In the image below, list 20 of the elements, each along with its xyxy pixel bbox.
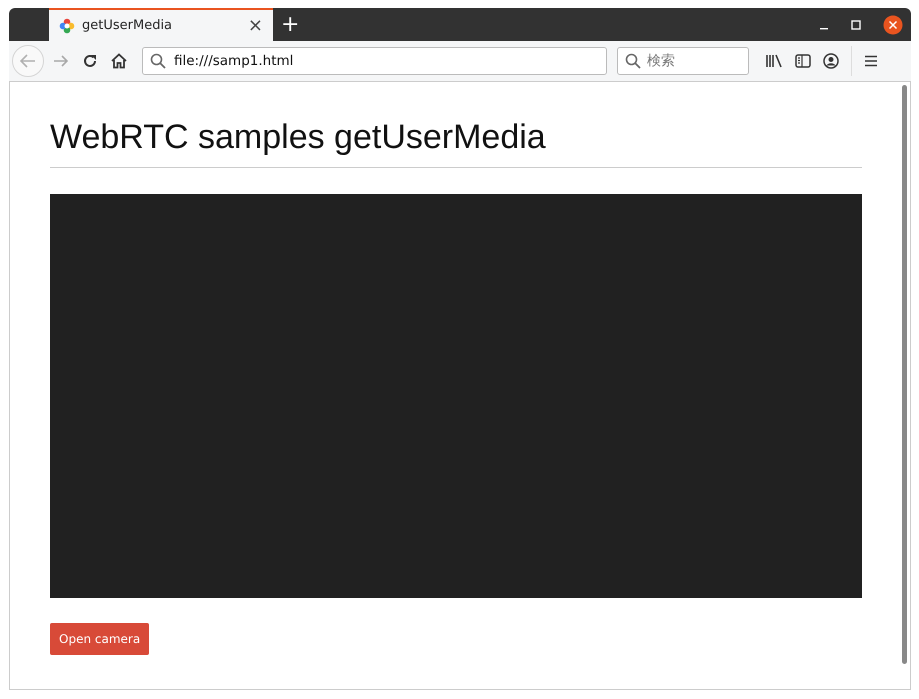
- search-icon: [625, 53, 641, 69]
- address-bar[interactable]: file:///samp1.html: [142, 47, 607, 75]
- sidebar-icon[interactable]: [795, 53, 811, 69]
- menu-icon[interactable]: [864, 54, 878, 68]
- scrollbar[interactable]: [902, 85, 907, 664]
- search-icon: [150, 53, 166, 69]
- maximize-icon[interactable]: [851, 20, 861, 30]
- flower-icon: [59, 18, 75, 34]
- reload-icon[interactable]: [82, 53, 98, 69]
- library-icon[interactable]: [765, 53, 783, 69]
- page-heading: WebRTC samples getUserMedia: [50, 118, 862, 168]
- home-icon[interactable]: [110, 52, 128, 70]
- search-field[interactable]: 検索: [617, 47, 749, 75]
- browser-tab[interactable]: getUserMedia ×: [49, 8, 273, 41]
- close-icon[interactable]: [883, 14, 903, 34]
- close-tab-button[interactable]: ×: [248, 15, 263, 36]
- account-icon[interactable]: [823, 53, 839, 69]
- new-tab-button[interactable]: +: [273, 8, 308, 41]
- tab-title: getUserMedia: [82, 18, 174, 33]
- open-camera-button[interactable]: Open camera: [50, 623, 150, 655]
